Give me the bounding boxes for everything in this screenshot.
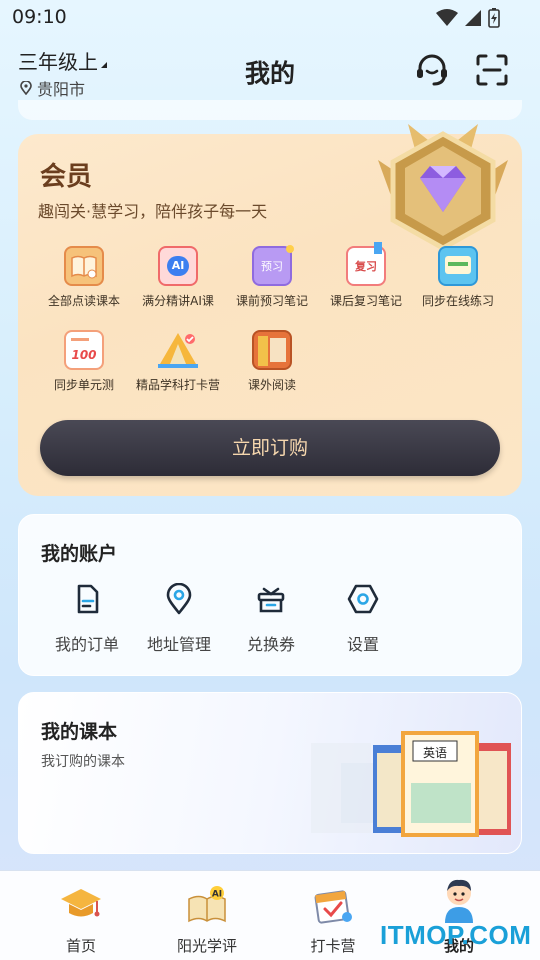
svg-text:AI: AI [212, 890, 222, 900]
ai-badge-text: AI [167, 256, 189, 276]
gift-coupon-icon [257, 587, 285, 613]
nav-home[interactable]: 首页 [31, 885, 131, 956]
buy-now-button[interactable]: 立即订购 [40, 420, 500, 476]
battery-charging-icon [488, 8, 500, 28]
benefit-label: 同步单元测 [53, 378, 114, 392]
extra-reading-icon [252, 330, 292, 370]
benefit-label: 课外阅读 [247, 378, 296, 392]
ai-book-icon: AI [188, 886, 226, 923]
ai-lesson-icon: AI [158, 246, 198, 286]
preview-badge-text: 预习 [261, 260, 283, 273]
account-item-orders[interactable]: 我的订单 [42, 583, 132, 655]
status-time: 09:10 [12, 6, 67, 28]
textbooks-card[interactable]: 我的课本 我订购的课本 英语 [18, 692, 522, 854]
book-read-icon [64, 246, 104, 286]
checkin-camp-icon [158, 330, 198, 370]
account-item-settings[interactable]: 设置 [318, 583, 408, 655]
unit-test-icon: 100 [64, 330, 104, 370]
account-title: 我的账户 [41, 543, 118, 565]
nav-sunshine-evaluation[interactable]: AI 阳光学评 [157, 885, 257, 956]
member-card: 会员 趣闯关·慧学习，陪伴孩子每一天 全部点读课本 AI 满分精讲AI课 预习 [18, 124, 522, 496]
benefit-item[interactable]: 全部点读课本 [36, 246, 132, 309]
benefit-label: 精品学科打卡营 [135, 378, 220, 392]
review-badge-text: 复习 [355, 260, 377, 273]
account-item-label: 设置 [346, 635, 379, 654]
status-icons [436, 8, 500, 28]
book-cover-text: 英语 [423, 746, 447, 760]
settings-hex-icon [347, 584, 379, 614]
benefit-item[interactable]: 100 同步单元测 [36, 330, 132, 393]
bookmark-icon [374, 242, 382, 254]
account-item-address[interactable]: 地址管理 [134, 582, 224, 655]
page-title: 我的 [244, 59, 295, 88]
textbooks-subtitle: 我订购的课本 [41, 754, 125, 770]
benefit-item[interactable]: 复习 课后复习笔记 [318, 242, 414, 309]
textbooks-title: 我的课本 [41, 721, 118, 743]
nav-label: 首页 [65, 937, 96, 955]
nav-label: 阳光学评 [176, 937, 237, 955]
avatar-boy-icon [445, 879, 473, 923]
top-strip [18, 100, 522, 120]
account-item-coupon[interactable]: 兑换券 [226, 583, 316, 655]
star-dot-icon [286, 245, 294, 253]
checkin-calendar-icon [314, 890, 352, 924]
customer-service-icon[interactable] [412, 50, 452, 90]
online-practice-icon [438, 246, 478, 286]
watermark-text: ITMOP.COM [380, 920, 532, 950]
scan-icon[interactable] [472, 50, 512, 90]
benefit-item[interactable]: AI 满分精讲AI课 [130, 246, 226, 309]
benefit-item[interactable]: 课外阅读 [224, 330, 320, 393]
account-item-label: 地址管理 [146, 635, 211, 654]
benefit-label: 全部点读课本 [47, 294, 120, 308]
account-card: 我的账户 我的订单 地址管理 兑换券 设置 [18, 514, 522, 676]
nav-label: 打卡营 [310, 937, 356, 955]
wifi-icon [436, 9, 458, 26]
location-pin-icon [166, 582, 192, 615]
account-item-label: 我的订单 [54, 635, 119, 654]
benefit-label: 课前预习笔记 [235, 294, 308, 308]
order-icon [77, 584, 99, 614]
signal-icon [465, 10, 481, 26]
graduation-cap-icon [61, 889, 101, 917]
account-item-label: 兑换券 [246, 635, 295, 654]
header: 三年级上 贵阳市 我的 [0, 40, 540, 104]
benefit-item[interactable]: 精品学科打卡营 [130, 330, 226, 393]
member-title: 会员 [40, 162, 93, 192]
review-notes-icon: 复习 [346, 242, 386, 286]
status-bar: 09:10 [0, 0, 540, 36]
benefit-label: 满分精讲AI课 [142, 294, 214, 308]
textbooks-illustration: 英语 [311, 731, 511, 837]
benefit-item[interactable]: 预习 课前预习笔记 [224, 245, 320, 309]
benefit-label: 同步在线练习 [421, 294, 494, 308]
nav-checkin-camp[interactable]: 打卡营 [283, 885, 383, 956]
benefit-item[interactable]: 同步在线练习 [410, 246, 506, 309]
score-text: 100 [71, 348, 97, 362]
preview-notes-icon: 预习 [252, 245, 294, 286]
benefit-label: 课后复习笔记 [329, 294, 402, 308]
member-subtitle: 趣闯关·慧学习，陪伴孩子每一天 [38, 202, 268, 221]
